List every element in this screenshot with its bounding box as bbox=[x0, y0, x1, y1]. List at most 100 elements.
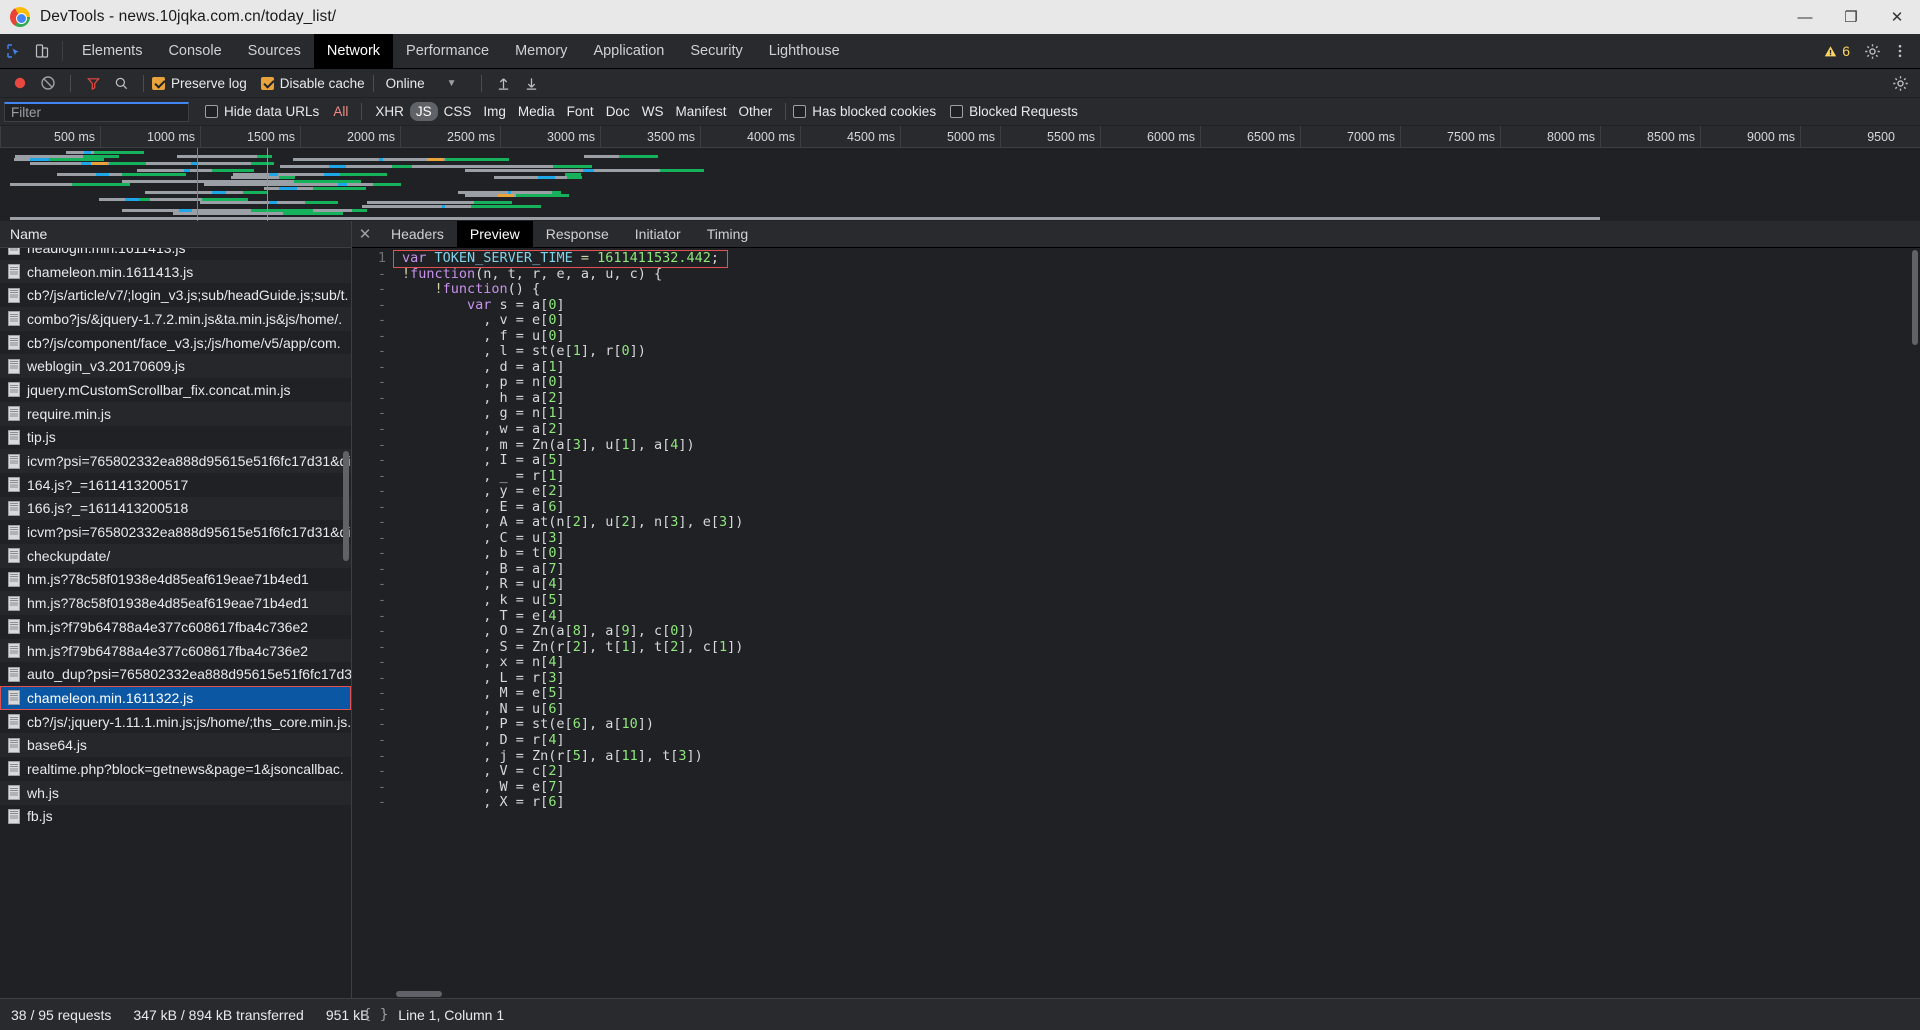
close-icon[interactable]: ✕ bbox=[352, 221, 378, 247]
request-row[interactable]: require.min.js bbox=[0, 401, 351, 426]
filter-type-other[interactable]: Other bbox=[732, 102, 778, 121]
filter-type-xhr[interactable]: XHR bbox=[369, 102, 410, 121]
request-row[interactable]: weblogin_v3.20170609.js bbox=[0, 354, 351, 379]
code-token: 0 bbox=[621, 343, 630, 360]
tab-elements[interactable]: Elements bbox=[69, 34, 155, 68]
filter-type-manifest[interactable]: Manifest bbox=[669, 102, 732, 121]
request-row[interactable]: chameleon.min.1611413.js bbox=[0, 259, 351, 284]
request-row[interactable]: tip.js bbox=[0, 426, 351, 450]
code-token: , B = a[ bbox=[402, 560, 549, 577]
tab-security[interactable]: Security bbox=[677, 34, 755, 68]
filter-type-all[interactable]: All bbox=[327, 102, 354, 121]
tab-memory[interactable]: Memory bbox=[502, 34, 580, 68]
code-vertical-scrollbar-thumb[interactable] bbox=[1912, 250, 1918, 345]
code-token: ]) bbox=[727, 638, 744, 655]
disable-cache-checkbox[interactable]: Disable cache bbox=[260, 76, 365, 91]
timeline-tick: 5500 ms bbox=[1000, 126, 1100, 148]
request-row[interactable]: base64.js bbox=[0, 733, 351, 758]
code-line-text: !function() { bbox=[394, 281, 541, 298]
detail-tab-preview[interactable]: Preview bbox=[456, 221, 533, 247]
request-row[interactable]: wh.js bbox=[0, 780, 351, 805]
tab-application[interactable]: Application bbox=[580, 34, 677, 68]
detail-tab-headers[interactable]: Headers bbox=[378, 221, 457, 247]
detail-tab-initiator[interactable]: Initiator bbox=[622, 221, 694, 247]
code-token: 11 bbox=[621, 747, 638, 764]
request-row[interactable]: icvm?psi=765802332ea888d95615e51f6fc17d3… bbox=[0, 449, 351, 473]
filter-type-ws[interactable]: WS bbox=[636, 102, 670, 121]
more-vertical-icon[interactable] bbox=[1886, 43, 1914, 59]
request-row[interactable]: jquery.mCustomScrollbar_fix.concat.min.j… bbox=[0, 378, 351, 402]
gear-icon[interactable] bbox=[1858, 43, 1886, 60]
script-file-icon bbox=[8, 264, 20, 280]
inspect-element-icon[interactable] bbox=[0, 34, 28, 68]
export-har-icon[interactable] bbox=[518, 76, 546, 91]
maximize-button[interactable]: ❐ bbox=[1828, 0, 1874, 34]
request-row[interactable]: hm.js?f79b64788a4e377c608617fba4c736e2 bbox=[0, 638, 351, 663]
overview-bar-waiting bbox=[366, 201, 475, 205]
request-row[interactable]: auto_dup?psi=765802332ea888d95615e51f6fc… bbox=[0, 662, 351, 686]
network-overview[interactable]: 500 ms 1000 ms 1500 ms 2000 ms 2500 ms 3000 m… bbox=[0, 126, 1920, 221]
filter-type-media[interactable]: Media bbox=[512, 102, 561, 121]
warning-triangle-icon bbox=[1825, 45, 1837, 56]
request-row[interactable]: checkupdate/ bbox=[0, 543, 351, 568]
tab-performance[interactable]: Performance bbox=[393, 34, 502, 68]
code-line-text: , f = u[0] bbox=[394, 328, 564, 345]
overview-scrollbar-thumb[interactable] bbox=[10, 217, 1600, 220]
request-row[interactable]: hm.js?78c58f01938e4d85eaf619eae71b4ed1 bbox=[0, 591, 351, 615]
minimize-button[interactable]: — bbox=[1782, 0, 1828, 34]
pretty-print-braces-icon[interactable]: { } bbox=[363, 1007, 388, 1023]
request-rows-container[interactable]: headlogin.min.1611413.js chameleon.min.16… bbox=[0, 248, 351, 998]
filter-type-doc[interactable]: Doc bbox=[600, 102, 636, 121]
device-toolbar-icon[interactable] bbox=[28, 34, 56, 68]
request-row[interactable]: icvm?psi=765802332ea888d95615e51f6fc17d3… bbox=[0, 520, 351, 544]
code-gutter: - bbox=[377, 529, 386, 546]
throttling-select[interactable]: Online bbox=[382, 76, 429, 91]
code-gutter: - bbox=[377, 747, 386, 764]
request-row[interactable]: combo?js/&jquery-1.7.2.min.js&ta.min.js&… bbox=[0, 307, 351, 331]
detail-tab-response[interactable]: Response bbox=[533, 221, 622, 247]
code-token: 2 bbox=[621, 514, 630, 531]
close-window-button[interactable]: ✕ bbox=[1874, 0, 1920, 34]
tab-lighthouse[interactable]: Lighthouse bbox=[756, 34, 853, 68]
filter-type-img[interactable]: Img bbox=[477, 102, 512, 121]
request-row[interactable]: cb?/js/;jquery-1.11.1.min.js;js/home/;th… bbox=[0, 710, 351, 734]
code-preview-area[interactable]: 1 var TOKEN_SERVER_TIME = 1611411532.442;… bbox=[352, 248, 1920, 998]
warning-count-badge[interactable]: 6 bbox=[1816, 43, 1858, 59]
chevron-down-icon[interactable]: ▼ bbox=[429, 78, 473, 89]
code-gutter: - bbox=[377, 498, 386, 515]
hide-data-urls-checkbox[interactable]: Hide data URLs bbox=[205, 104, 319, 119]
search-icon[interactable] bbox=[107, 76, 135, 91]
request-row[interactable]: hm.js?f79b64788a4e377c608617fba4c736e2 bbox=[0, 615, 351, 639]
has-blocked-cookies-checkbox[interactable]: Has blocked cookies bbox=[793, 104, 936, 119]
filter-type-js[interactable]: JS bbox=[409, 102, 438, 121]
code-gutter: - bbox=[377, 545, 386, 562]
clear-network-log-icon[interactable] bbox=[34, 75, 62, 91]
record-button-icon[interactable] bbox=[6, 75, 34, 91]
network-settings-gear-icon[interactable] bbox=[1886, 75, 1914, 92]
request-row[interactable]: headlogin.min.1611413.js bbox=[0, 248, 351, 260]
request-row[interactable]: chameleon.min.1611322.js bbox=[0, 686, 351, 710]
filter-input[interactable] bbox=[4, 101, 189, 122]
tab-sources[interactable]: Sources bbox=[235, 34, 314, 68]
request-row[interactable]: cb?/js/article/v7/;login_v3.js;sub/headG… bbox=[0, 283, 351, 307]
request-name: chameleon.min.1611413.js bbox=[27, 263, 194, 280]
request-row[interactable]: 164.js?_=1611413200517 bbox=[0, 473, 351, 497]
tab-network[interactable]: Network bbox=[313, 34, 394, 68]
request-list-header[interactable]: Name bbox=[0, 221, 351, 248]
request-row[interactable]: cb?/js/component/face_v3.js;/js/home/v5/… bbox=[0, 331, 351, 355]
import-har-icon[interactable] bbox=[490, 76, 518, 91]
preserve-log-checkbox[interactable]: Preserve log bbox=[152, 76, 247, 91]
request-row[interactable]: fb.js bbox=[0, 805, 351, 829]
filter-type-font[interactable]: Font bbox=[561, 102, 600, 121]
blocked-requests-checkbox[interactable]: Blocked Requests bbox=[950, 104, 1078, 119]
request-row[interactable]: hm.js?78c58f01938e4d85eaf619eae71b4ed1 bbox=[0, 568, 351, 592]
code-horizontal-scrollbar-thumb[interactable] bbox=[396, 991, 442, 997]
code-content[interactable]: 1 var TOKEN_SERVER_TIME = 1611411532.442;… bbox=[352, 248, 1920, 998]
filter-funnel-icon[interactable] bbox=[79, 76, 107, 91]
request-list-scrollbar-thumb[interactable] bbox=[343, 451, 349, 561]
request-row[interactable]: 166.js?_=1611413200518 bbox=[0, 496, 351, 521]
filter-type-css[interactable]: CSS bbox=[438, 102, 478, 121]
tab-console[interactable]: Console bbox=[155, 34, 234, 68]
request-row[interactable]: realtime.php?block=getnews&page=1&jsonca… bbox=[0, 757, 351, 781]
detail-tab-timing[interactable]: Timing bbox=[694, 221, 762, 247]
